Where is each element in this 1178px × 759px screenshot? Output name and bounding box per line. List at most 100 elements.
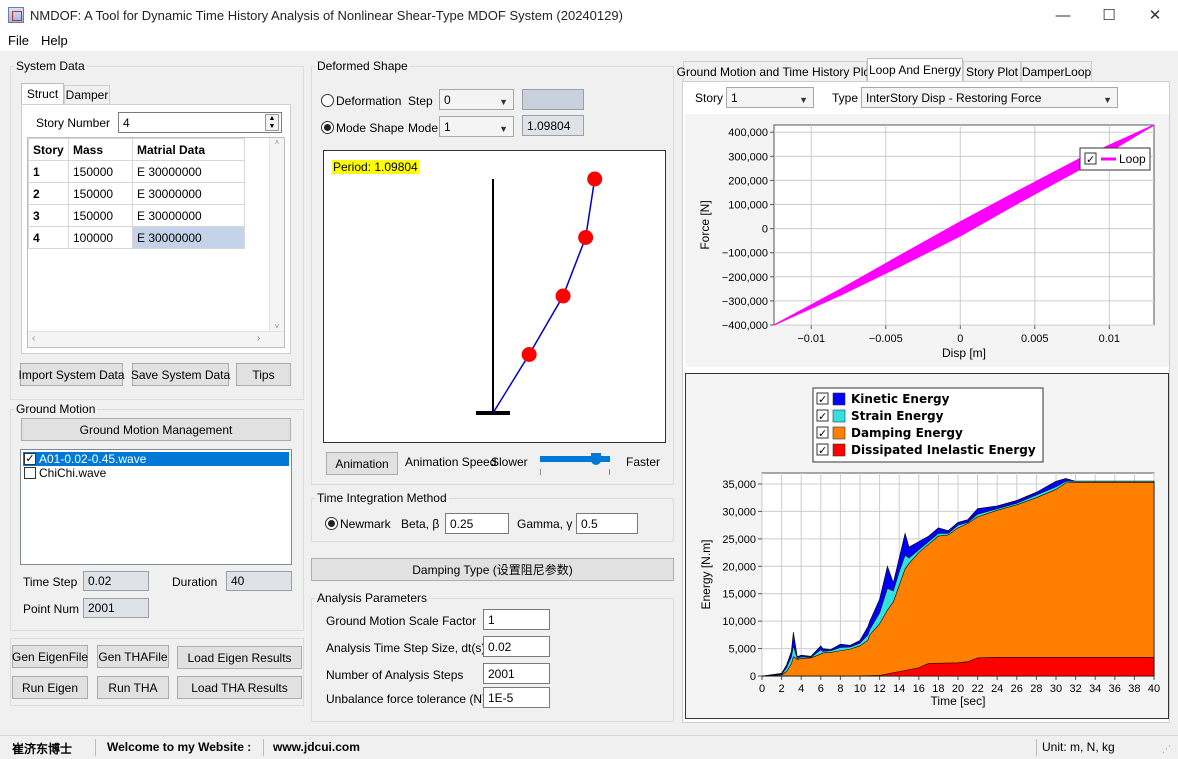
- deformation-label: Deformation: [336, 94, 402, 108]
- table-row[interactable]: 2 150000 E 30000000: [28, 182, 245, 205]
- row-story[interactable]: 2: [28, 182, 69, 205]
- status-divider: [263, 739, 264, 756]
- beta-input[interactable]: 0.25: [445, 513, 509, 534]
- tab-story-plot[interactable]: Story Plot: [963, 61, 1021, 81]
- loop-x-axis-label: Disp [m]: [942, 346, 986, 360]
- deformation-radio[interactable]: [321, 94, 334, 107]
- story-number-input[interactable]: 4 ▲ ▼: [118, 112, 282, 133]
- type-select[interactable]: InterStory Disp - Restoring Force ▼: [861, 87, 1118, 108]
- resize-grip-icon[interactable]: ⋰: [1162, 744, 1171, 755]
- gen-thafile-button[interactable]: Gen THAFile: [97, 645, 169, 668]
- energy-x-tick-label: 6: [818, 683, 824, 695]
- load-eigen-results-button[interactable]: Load Eigen Results: [177, 646, 302, 669]
- chevron-down-icon: ▼: [499, 96, 508, 107]
- import-system-data-button[interactable]: Import System Data: [18, 363, 125, 386]
- loop-y-tick-label: 300,000: [728, 151, 768, 163]
- loop-chart-area: −0.01 −0.005 0 0.005 0.01 −400,000 −300,000 −20…: [685, 114, 1169, 367]
- energy-chart-area: 0 2 4 6 8 10 12 14 16 18 20 22 24 26 28 30 32 34 36 38 40 0 5,…: [685, 373, 1169, 719]
- row-material[interactable]: E 30000000: [132, 204, 245, 227]
- animation-button[interactable]: Animation: [326, 452, 398, 475]
- load-tha-results-button[interactable]: Load THA Results: [177, 676, 302, 699]
- slider-thumb[interactable]: [591, 453, 601, 465]
- tolerance-input[interactable]: 1E-5: [483, 687, 550, 708]
- menu-file[interactable]: File: [8, 33, 29, 48]
- table-row[interactable]: 1 150000 E 30000000: [28, 160, 245, 183]
- energy-x-tick-label: 28: [1030, 683, 1042, 695]
- gen-eigenfile-button[interactable]: Gen EigenFile: [12, 645, 88, 668]
- table-row[interactable]: 4 100000 E 30000000: [28, 226, 245, 249]
- tab-damper-loop[interactable]: DamperLoop: [1021, 61, 1092, 81]
- ground-motion-management-button[interactable]: Ground Motion Management: [21, 418, 291, 441]
- row-story[interactable]: 3: [28, 204, 69, 227]
- row-mass[interactable]: 150000: [68, 204, 133, 227]
- chevron-down-icon: ▼: [799, 94, 808, 105]
- ground-motion-item-label: ChiChi.wave: [39, 466, 107, 480]
- run-eigen-button[interactable]: Run Eigen: [12, 676, 88, 699]
- tab-ground-motion-plot[interactable]: Ground Motion and Time History Plot: [677, 61, 873, 81]
- status-author: 崔济东博士: [12, 742, 73, 756]
- table-row[interactable]: 3 150000 E 30000000: [28, 204, 245, 227]
- story-number-spinner[interactable]: ▲ ▼: [265, 114, 279, 131]
- row-material[interactable]: E 30000000: [132, 226, 245, 249]
- tips-button[interactable]: Tips: [236, 363, 291, 386]
- row-story[interactable]: 1: [28, 160, 69, 183]
- maximize-button[interactable]: ☐: [1086, 0, 1132, 31]
- animation-speed-label: Animation Speed: [405, 455, 497, 469]
- list-item[interactable]: ChiChi.wave: [23, 466, 289, 480]
- loop-legend: ✓ Loop: [1079, 147, 1151, 171]
- loop-y-tick-label: −100,000: [722, 248, 768, 260]
- energy-y-tick-label: 5,000: [728, 644, 756, 656]
- minimize-button[interactable]: —: [1040, 0, 1086, 31]
- checkbox-unchecked-icon[interactable]: [24, 467, 36, 479]
- energy-y-tick-label: 25,000: [722, 534, 756, 546]
- energy-x-tick-label: 34: [1089, 683, 1101, 695]
- newmark-radio[interactable]: [325, 517, 338, 530]
- row-mass[interactable]: 100000: [68, 226, 133, 249]
- row-mass[interactable]: 150000: [68, 182, 133, 205]
- status-divider: [95, 739, 96, 756]
- tab-damper[interactable]: Damper: [64, 85, 110, 104]
- damping-type-button[interactable]: Damping Type (设置阻尼参数): [311, 558, 674, 581]
- row-material[interactable]: E 30000000: [132, 182, 245, 205]
- gamma-input[interactable]: 0.5: [576, 513, 638, 534]
- duration-field: 40: [226, 571, 292, 591]
- tab-struct[interactable]: Struct: [21, 83, 64, 104]
- slider-ticks: [540, 469, 610, 475]
- analysis-steps-input[interactable]: 2001: [483, 663, 550, 684]
- tab-loop-and-energy[interactable]: Loop And Energy: [867, 58, 963, 81]
- time-step-size-input[interactable]: 0.02: [483, 636, 550, 657]
- energy-chart: 0 2 4 6 8 10 12 14 16 18 20 22 24 26 28 30 32 34 36 38 4005,…: [699, 387, 1160, 708]
- chevron-down-icon: ▼: [499, 123, 508, 134]
- list-item[interactable]: ✓ A01-0.02-0.45.wave: [23, 452, 289, 466]
- run-tha-button[interactable]: Run THA: [97, 676, 169, 699]
- check-mark: ✓: [818, 445, 827, 457]
- row-mass[interactable]: 150000: [68, 160, 133, 183]
- col-story-header[interactable]: Story: [28, 138, 69, 161]
- loop-y-tick-label: 100,000: [728, 200, 768, 212]
- deformed-shape-label: Deformed Shape: [315, 59, 410, 73]
- row-material[interactable]: E 30000000: [132, 160, 245, 183]
- save-system-data-button[interactable]: Save System Data: [131, 363, 230, 386]
- table-vertical-scrollbar[interactable]: ˄ ˅: [269, 138, 284, 331]
- step-select[interactable]: 0 ▼: [439, 89, 514, 110]
- menu-help[interactable]: Help: [41, 33, 68, 48]
- energy-y-tick-label: 35,000: [722, 479, 756, 491]
- check-mark: ✓: [1086, 154, 1095, 166]
- status-website-link[interactable]: www.jdcui.com: [273, 740, 360, 754]
- mode-select[interactable]: 1 ▼: [439, 116, 514, 137]
- energy-x-tick-label: 8: [837, 683, 843, 695]
- scale-factor-input[interactable]: 1: [483, 609, 550, 630]
- col-mass-header[interactable]: Mass: [68, 138, 133, 161]
- energy-y-tick-label: 15,000: [722, 589, 756, 601]
- col-material-header[interactable]: Matrial Data: [132, 138, 245, 161]
- story-select[interactable]: 1 ▼: [726, 87, 814, 108]
- time-step-field: 0.02: [83, 571, 149, 591]
- animation-speed-slider[interactable]: [536, 449, 614, 477]
- table-horizontal-scrollbar[interactable]: ‹ ›: [28, 331, 284, 347]
- row-story[interactable]: 4: [28, 226, 69, 249]
- status-bar: 崔济东博士 Welcome to my Website : www.jdcui.…: [0, 735, 1178, 759]
- energy-x-tick-label: 32: [1069, 683, 1081, 695]
- mode-shape-radio[interactable]: [321, 121, 334, 134]
- close-button[interactable]: ✕: [1132, 0, 1178, 31]
- checkbox-checked-icon[interactable]: ✓: [24, 453, 36, 465]
